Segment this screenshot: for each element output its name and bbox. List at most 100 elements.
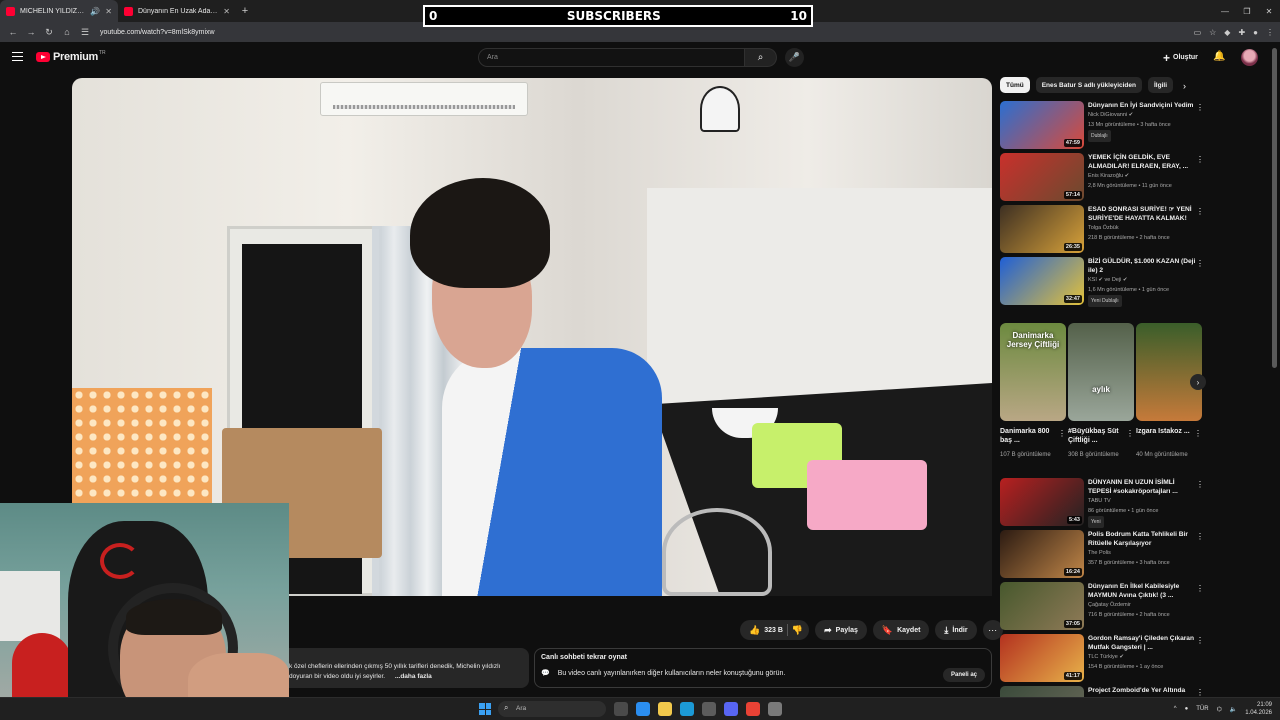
cast-icon[interactable]: ▭ bbox=[1194, 28, 1202, 37]
voice-search-button[interactable]: 🎤 bbox=[785, 48, 804, 67]
like-count[interactable]: 323 B bbox=[764, 627, 783, 634]
extensions-puzzle-icon[interactable]: ✚ bbox=[1238, 28, 1245, 37]
discord-icon[interactable] bbox=[724, 702, 738, 716]
more-options-icon[interactable]: ⋮ bbox=[1196, 207, 1204, 216]
recommendation-title[interactable]: Dünyanın En İyi Sandviçini Yedim bbox=[1088, 101, 1196, 110]
short-thumbnail[interactable]: Danimarka Jersey Çiftliği bbox=[1000, 323, 1066, 421]
file-explorer-icon[interactable] bbox=[658, 702, 672, 716]
minimize-icon[interactable]: — bbox=[1214, 0, 1236, 22]
thumbs-down-icon[interactable]: 👎 bbox=[792, 625, 803, 636]
chip-related[interactable]: İlgili bbox=[1148, 77, 1173, 93]
more-options-icon[interactable]: ⋮ bbox=[1196, 636, 1204, 645]
recommendation-channel[interactable]: Çağatay Özdemir bbox=[1088, 600, 1196, 610]
search-input[interactable]: Ara bbox=[478, 48, 745, 67]
windows-start-icon[interactable] bbox=[479, 703, 491, 715]
youtube-premium-logo[interactable]: Premium TR bbox=[36, 50, 106, 63]
short-title[interactable]: Izgara Istakoz ... bbox=[1136, 427, 1192, 436]
recommendation-channel[interactable]: TLC Türkiye ✔ bbox=[1088, 652, 1196, 662]
more-options-icon[interactable]: ⋮ bbox=[1126, 429, 1134, 438]
maximize-icon[interactable]: ❐ bbox=[1236, 0, 1258, 22]
recommendation-title[interactable]: Polis Bodrum Katta Tehlikeli Bir Ritüell… bbox=[1088, 530, 1196, 548]
search-button[interactable]: ⌕ bbox=[745, 48, 777, 67]
close-tab-icon[interactable]: ✕ bbox=[223, 7, 230, 16]
more-options-icon[interactable]: ⋮ bbox=[1196, 103, 1204, 112]
reload-icon[interactable]: ↻ bbox=[40, 27, 58, 38]
close-window-icon[interactable]: ✕ bbox=[1258, 0, 1280, 22]
tray-app-icon[interactable]: ● bbox=[1185, 706, 1189, 712]
profile-icon[interactable]: ● bbox=[1253, 28, 1258, 37]
recommendation-item[interactable]: 37:05 Dünyanın En İlkel Kabilesiyle MAYMU… bbox=[1000, 582, 1210, 632]
video-thumbnail[interactable]: 26:35 bbox=[1000, 205, 1084, 253]
browser-tab-active[interactable]: MİCHELİN YILDIZLI SOKAK 🔊 ✕ bbox=[0, 0, 118, 22]
more-options-icon[interactable]: ⋮ bbox=[1058, 429, 1066, 438]
recommendation-item[interactable]: 26:35 ESAD SONRASI SURİYE! ☞ YENİ SURİYE'… bbox=[1000, 205, 1210, 255]
video-thumbnail[interactable]: 57:14 bbox=[1000, 153, 1084, 201]
more-options-icon[interactable]: ⋮ bbox=[1196, 259, 1204, 268]
open-panel-button[interactable]: Paneli aç bbox=[942, 668, 985, 682]
recommendation-title[interactable]: Project Zomboid'de Yer Altında bbox=[1088, 686, 1196, 695]
account-avatar[interactable] bbox=[1241, 49, 1258, 66]
home-icon[interactable]: ⌂ bbox=[58, 27, 76, 37]
edge-icon[interactable] bbox=[680, 702, 694, 716]
recommendation-item[interactable]: 41:17 Gordon Ramsay'i Çileden Çıkaran Mut… bbox=[1000, 634, 1210, 684]
recommendation-title[interactable]: Gordon Ramsay'i Çileden Çıkaran Mutfak G… bbox=[1088, 634, 1196, 652]
share-button[interactable]: ➦ Paylaş bbox=[815, 620, 867, 640]
more-options-icon[interactable]: ⋮ bbox=[1196, 532, 1204, 541]
recommendation-item[interactable]: 5:43 DÜNYANIN EN UZUN İSİMLİ TEPESİ #soka… bbox=[1000, 478, 1210, 528]
language-indicator[interactable]: TÜR bbox=[1196, 706, 1208, 712]
recommendation-item[interactable]: 57:14 YEMEK İÇİN GELDİK, EVE ALMADILAR! E… bbox=[1000, 153, 1210, 203]
shorts-next-icon[interactable]: › bbox=[1190, 374, 1206, 390]
video-thumbnail[interactable]: 41:17 bbox=[1000, 634, 1084, 682]
short-title[interactable]: Danimarka 800 baş ... bbox=[1000, 427, 1056, 445]
short-thumbnail[interactable]: aylık bbox=[1068, 323, 1134, 421]
thumbs-up-icon[interactable]: 👍 bbox=[749, 625, 760, 636]
recommendation-title[interactable]: ESAD SONRASI SURİYE! ☞ YENİ SURİYE'DE HA… bbox=[1088, 205, 1196, 223]
site-info-icon[interactable]: ☰ bbox=[76, 27, 94, 38]
recommendation-item[interactable]: 16:24 Polis Bodrum Katta Tehlikeli Bir Ri… bbox=[1000, 530, 1210, 580]
copilot-icon[interactable] bbox=[636, 702, 650, 716]
recommendation-channel[interactable]: The Polis bbox=[1088, 548, 1196, 558]
network-icon[interactable]: ⌬ bbox=[1217, 706, 1222, 713]
browser-tab[interactable]: Dünyanın En Uzak Adasına Git ✕ bbox=[118, 0, 236, 22]
notifications-bell-icon[interactable]: 🔔 bbox=[1213, 51, 1225, 62]
short-thumbnail[interactable] bbox=[1136, 323, 1202, 421]
menu-kebab-icon[interactable]: ⋮ bbox=[1266, 28, 1274, 37]
extension-icon[interactable]: ◆ bbox=[1224, 28, 1230, 37]
recommendation-title[interactable]: YEMEK İÇİN GELDİK, EVE ALMADILAR! ELRAEN… bbox=[1088, 153, 1196, 171]
video-thumbnail[interactable]: 32:47 bbox=[1000, 257, 1084, 305]
recommendation-channel[interactable]: Nick DiGiovanni ✔ bbox=[1088, 110, 1196, 120]
recommendation-channel[interactable]: Tolga Özbük bbox=[1088, 223, 1196, 233]
recommendation-channel[interactable]: KSI ✔ ve Deji ✔ bbox=[1088, 275, 1196, 285]
recommendation-channel[interactable]: TABU TV bbox=[1088, 496, 1196, 506]
taskbar-search[interactable]: ⌕ Ara bbox=[498, 701, 606, 717]
new-tab-button[interactable]: + bbox=[236, 5, 254, 17]
more-options-icon[interactable]: ⋮ bbox=[1196, 688, 1204, 697]
close-tab-icon[interactable]: ✕ bbox=[105, 7, 112, 16]
recommendation-title[interactable]: DÜNYANIN EN UZUN İSİMLİ TEPESİ #sokakröp… bbox=[1088, 478, 1196, 496]
recommendation-title[interactable]: BİZİ GÜLDÜR, $1.000 KAZAN (Deji ile) 2 bbox=[1088, 257, 1196, 275]
task-view-icon[interactable] bbox=[614, 702, 628, 716]
obs-icon[interactable] bbox=[768, 702, 782, 716]
create-button[interactable]: + Oluştur bbox=[1155, 50, 1206, 65]
volume-icon[interactable]: 🔈 bbox=[1230, 706, 1237, 713]
recommendation-title[interactable]: Dünyanın En İlkel Kabilesiyle MAYMUN Avı… bbox=[1088, 582, 1196, 600]
speaker-icon[interactable]: 🔊 bbox=[90, 7, 100, 16]
video-thumbnail[interactable]: 5:43 bbox=[1000, 478, 1084, 526]
bookmark-star-icon[interactable]: ☆ bbox=[1209, 28, 1216, 37]
download-button[interactable]: ⤓ İndir bbox=[935, 620, 977, 640]
store-icon[interactable] bbox=[702, 702, 716, 716]
forward-icon[interactable]: → bbox=[22, 27, 40, 37]
video-thumbnail[interactable]: 47:59 bbox=[1000, 101, 1084, 149]
chrome-icon[interactable] bbox=[746, 702, 760, 716]
save-button[interactable]: 🔖 Kaydet bbox=[872, 620, 930, 640]
more-options-icon[interactable]: ⋮ bbox=[1196, 584, 1204, 593]
back-icon[interactable]: ← bbox=[4, 27, 22, 37]
page-scrollbar[interactable] bbox=[1272, 48, 1277, 368]
url-field[interactable]: youtube.com/watch?v=8mlSk8ymixw bbox=[100, 29, 215, 36]
video-thumbnail[interactable]: 37:05 bbox=[1000, 582, 1084, 630]
clock[interactable]: 21:09 1.04.2026 bbox=[1245, 701, 1272, 717]
recommendation-item[interactable]: 32:47 BİZİ GÜLDÜR, $1.000 KAZAN (Deji ile… bbox=[1000, 257, 1210, 307]
recommendation-item[interactable]: 47:59 Dünyanın En İyi Sandviçini Yedim Nic… bbox=[1000, 101, 1210, 151]
chip-from-uploader[interactable]: Enes Batur S adlı yükleyiciden bbox=[1035, 77, 1142, 93]
hamburger-menu-icon[interactable] bbox=[12, 52, 23, 61]
